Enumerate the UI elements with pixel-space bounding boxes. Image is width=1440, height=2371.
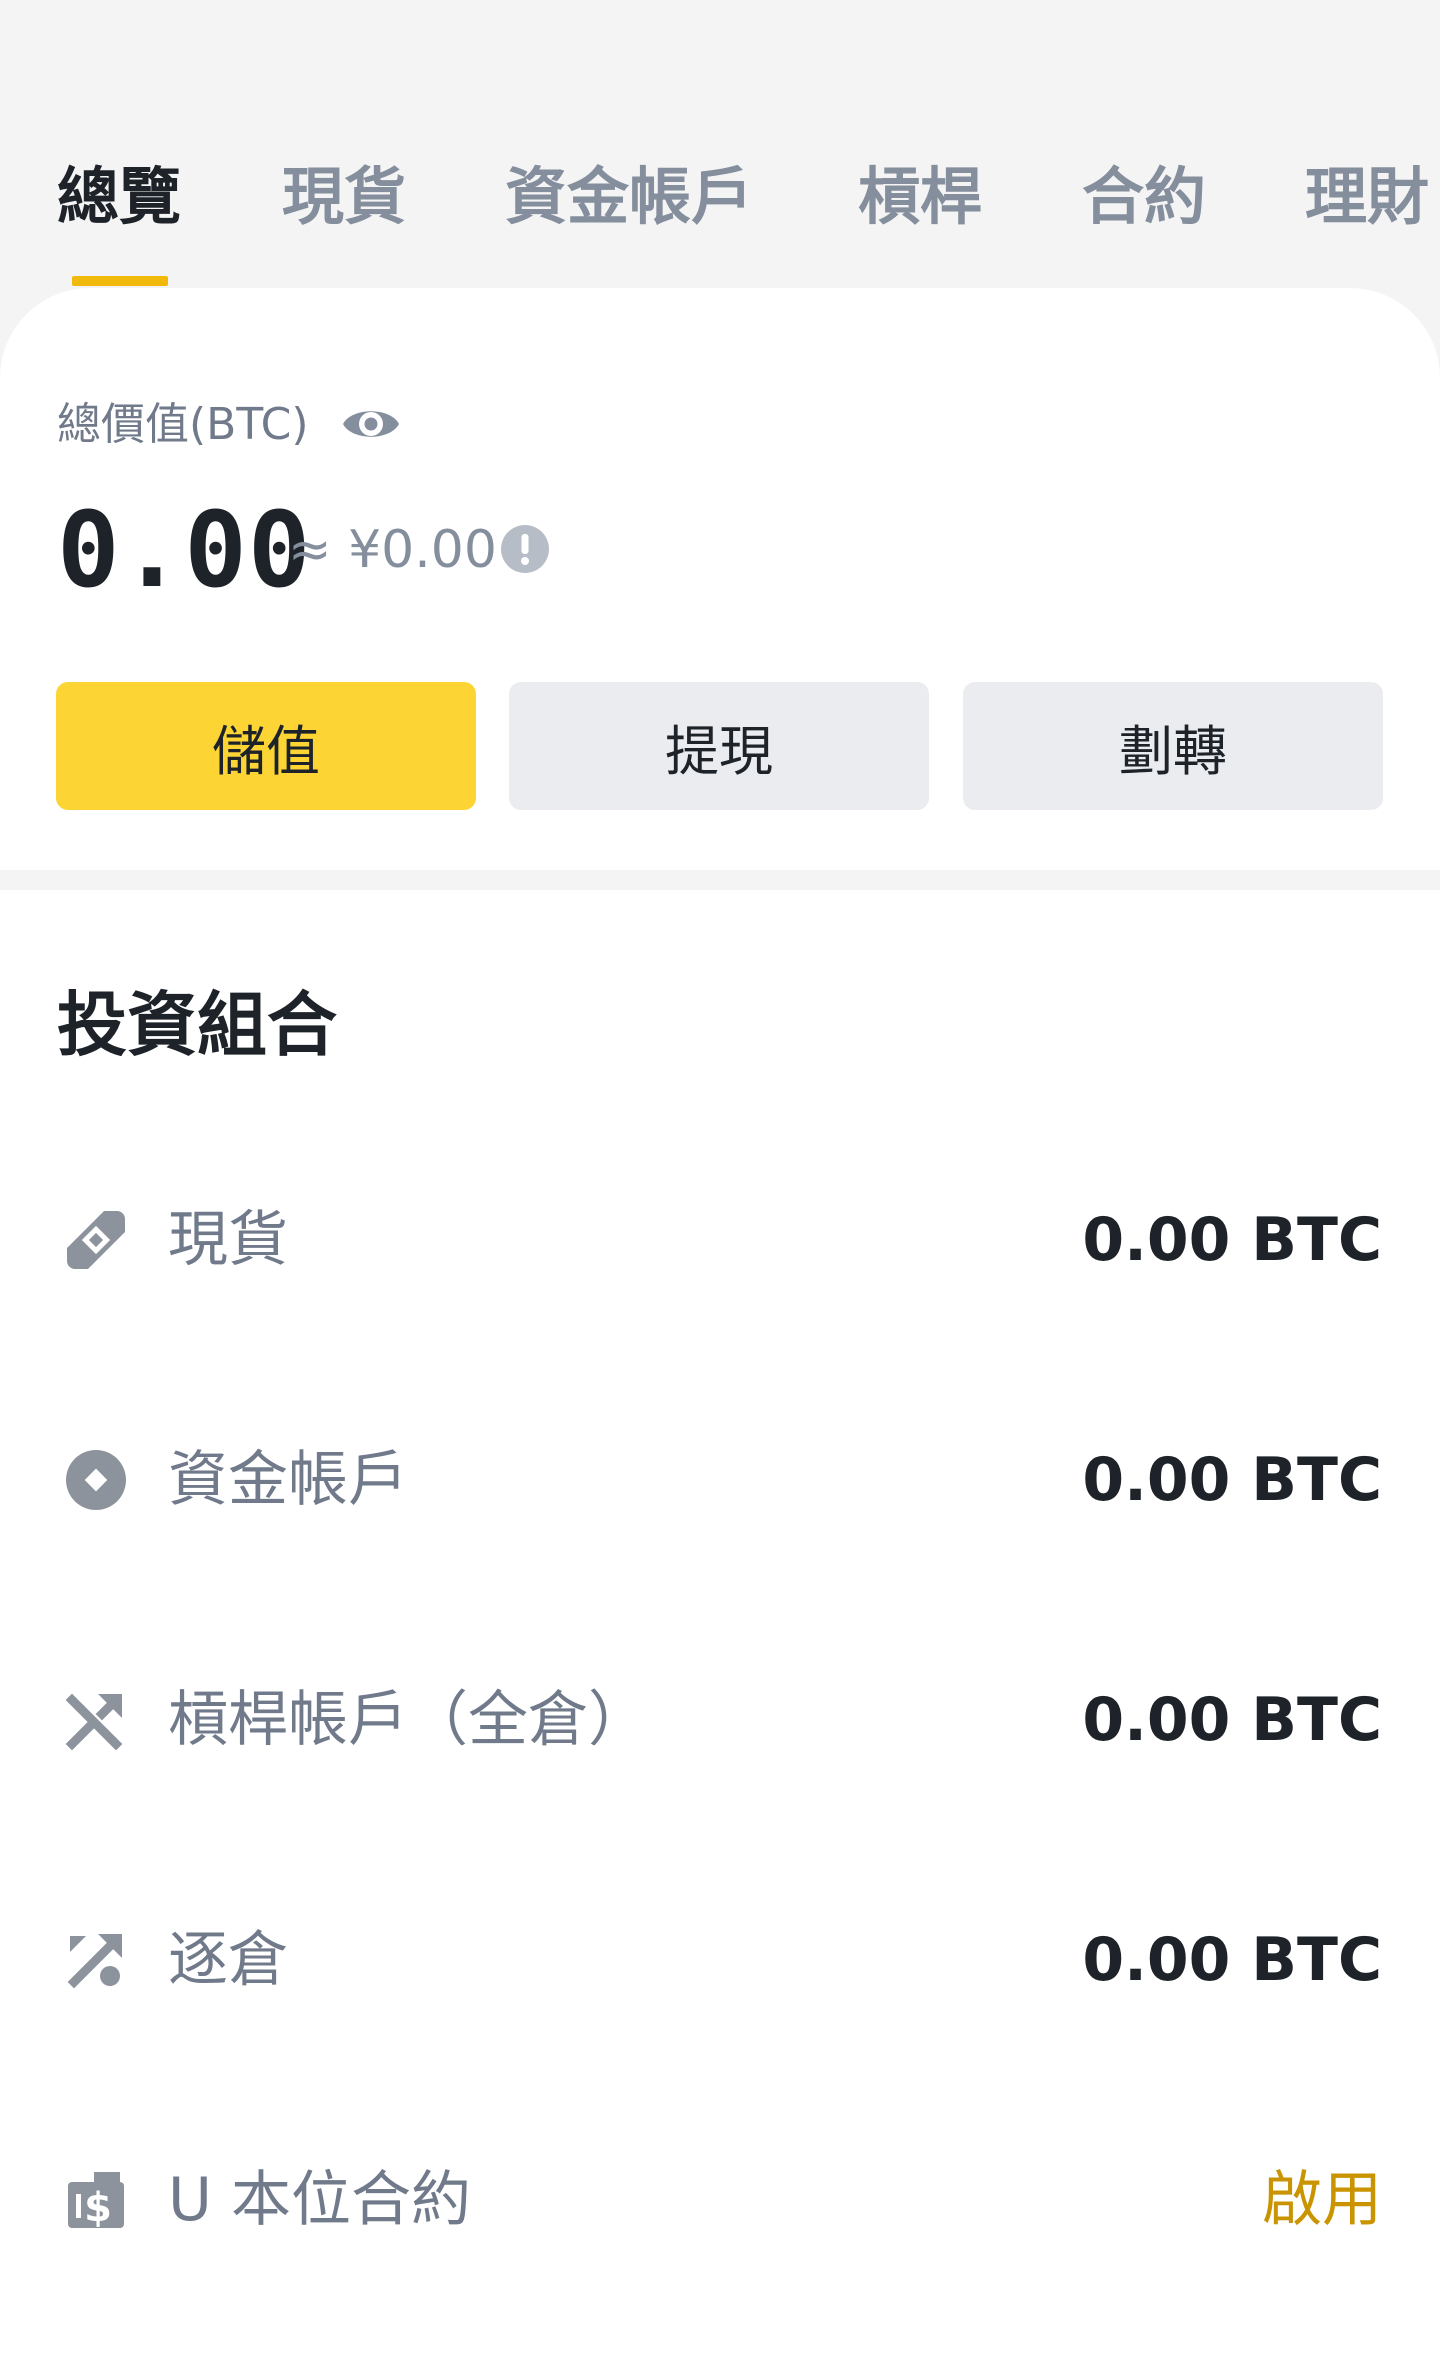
account-tabs: 總覽 現貨 資金帳戶 槓桿 合約 理財 (0, 0, 1440, 290)
tab-funding[interactable]: 資金帳戶 (505, 152, 753, 242)
portfolio-row-cross-margin[interactable]: 槓桿帳戶（全倉） 0.00 BTC (0, 1640, 1440, 1800)
portfolio-row-isolated-margin[interactable]: 逐倉 0.00 BTC (0, 1880, 1440, 2040)
row-label: 逐倉 (168, 1925, 288, 1995)
portfolio-row-spot[interactable]: 現貨 0.00 BTC (0, 1160, 1440, 1320)
withdraw-button[interactable]: 提現 (509, 682, 929, 810)
info-alert-icon[interactable] (500, 524, 550, 574)
isolated-margin-icon (67, 1933, 123, 1989)
fiat-equivalent: ≈ ¥0.00 (288, 520, 497, 580)
tab-futures[interactable]: 合約 (1082, 152, 1206, 242)
tab-earn[interactable]: 理財 (1305, 152, 1429, 242)
row-label: 現貨 (168, 1205, 288, 1275)
row-value: 0.00 BTC (1082, 1925, 1382, 1995)
tab-overview[interactable]: 總覽 (57, 152, 181, 242)
total-balance: 0.00 (57, 489, 312, 611)
spot-icon (67, 1211, 125, 1269)
portfolio-row-usd-futures[interactable]: $ U 本位合約 啟用 (0, 2120, 1440, 2280)
row-value: 0.00 BTC (1082, 1445, 1382, 1515)
svg-text:$: $ (84, 2185, 112, 2231)
total-value-label: 總價值(BTC) (57, 399, 309, 450)
portfolio-row-funding[interactable]: 資金帳戶 0.00 BTC (0, 1400, 1440, 1560)
row-value: 0.00 BTC (1082, 1685, 1382, 1755)
tab-margin[interactable]: 槓桿 (858, 152, 982, 242)
transfer-button[interactable]: 劃轉 (963, 682, 1383, 810)
row-label: U 本位合約 (168, 2165, 471, 2235)
row-value: 0.00 BTC (1082, 1205, 1382, 1275)
tab-spot[interactable]: 現貨 (282, 152, 406, 242)
enable-link[interactable]: 啟用 (1262, 2160, 1382, 2240)
section-divider (0, 870, 1440, 890)
funding-icon (66, 1450, 126, 1510)
row-label: 槓桿帳戶（全倉） (168, 1685, 648, 1755)
usd-futures-icon: $ (68, 2172, 124, 2231)
eye-icon[interactable] (340, 399, 402, 449)
row-label: 資金帳戶 (168, 1445, 408, 1515)
cross-margin-icon (65, 1693, 123, 1751)
active-tab-indicator (72, 276, 168, 286)
portfolio-title: 投資組合 (57, 984, 337, 1066)
deposit-button[interactable]: 儲值 (56, 682, 476, 810)
